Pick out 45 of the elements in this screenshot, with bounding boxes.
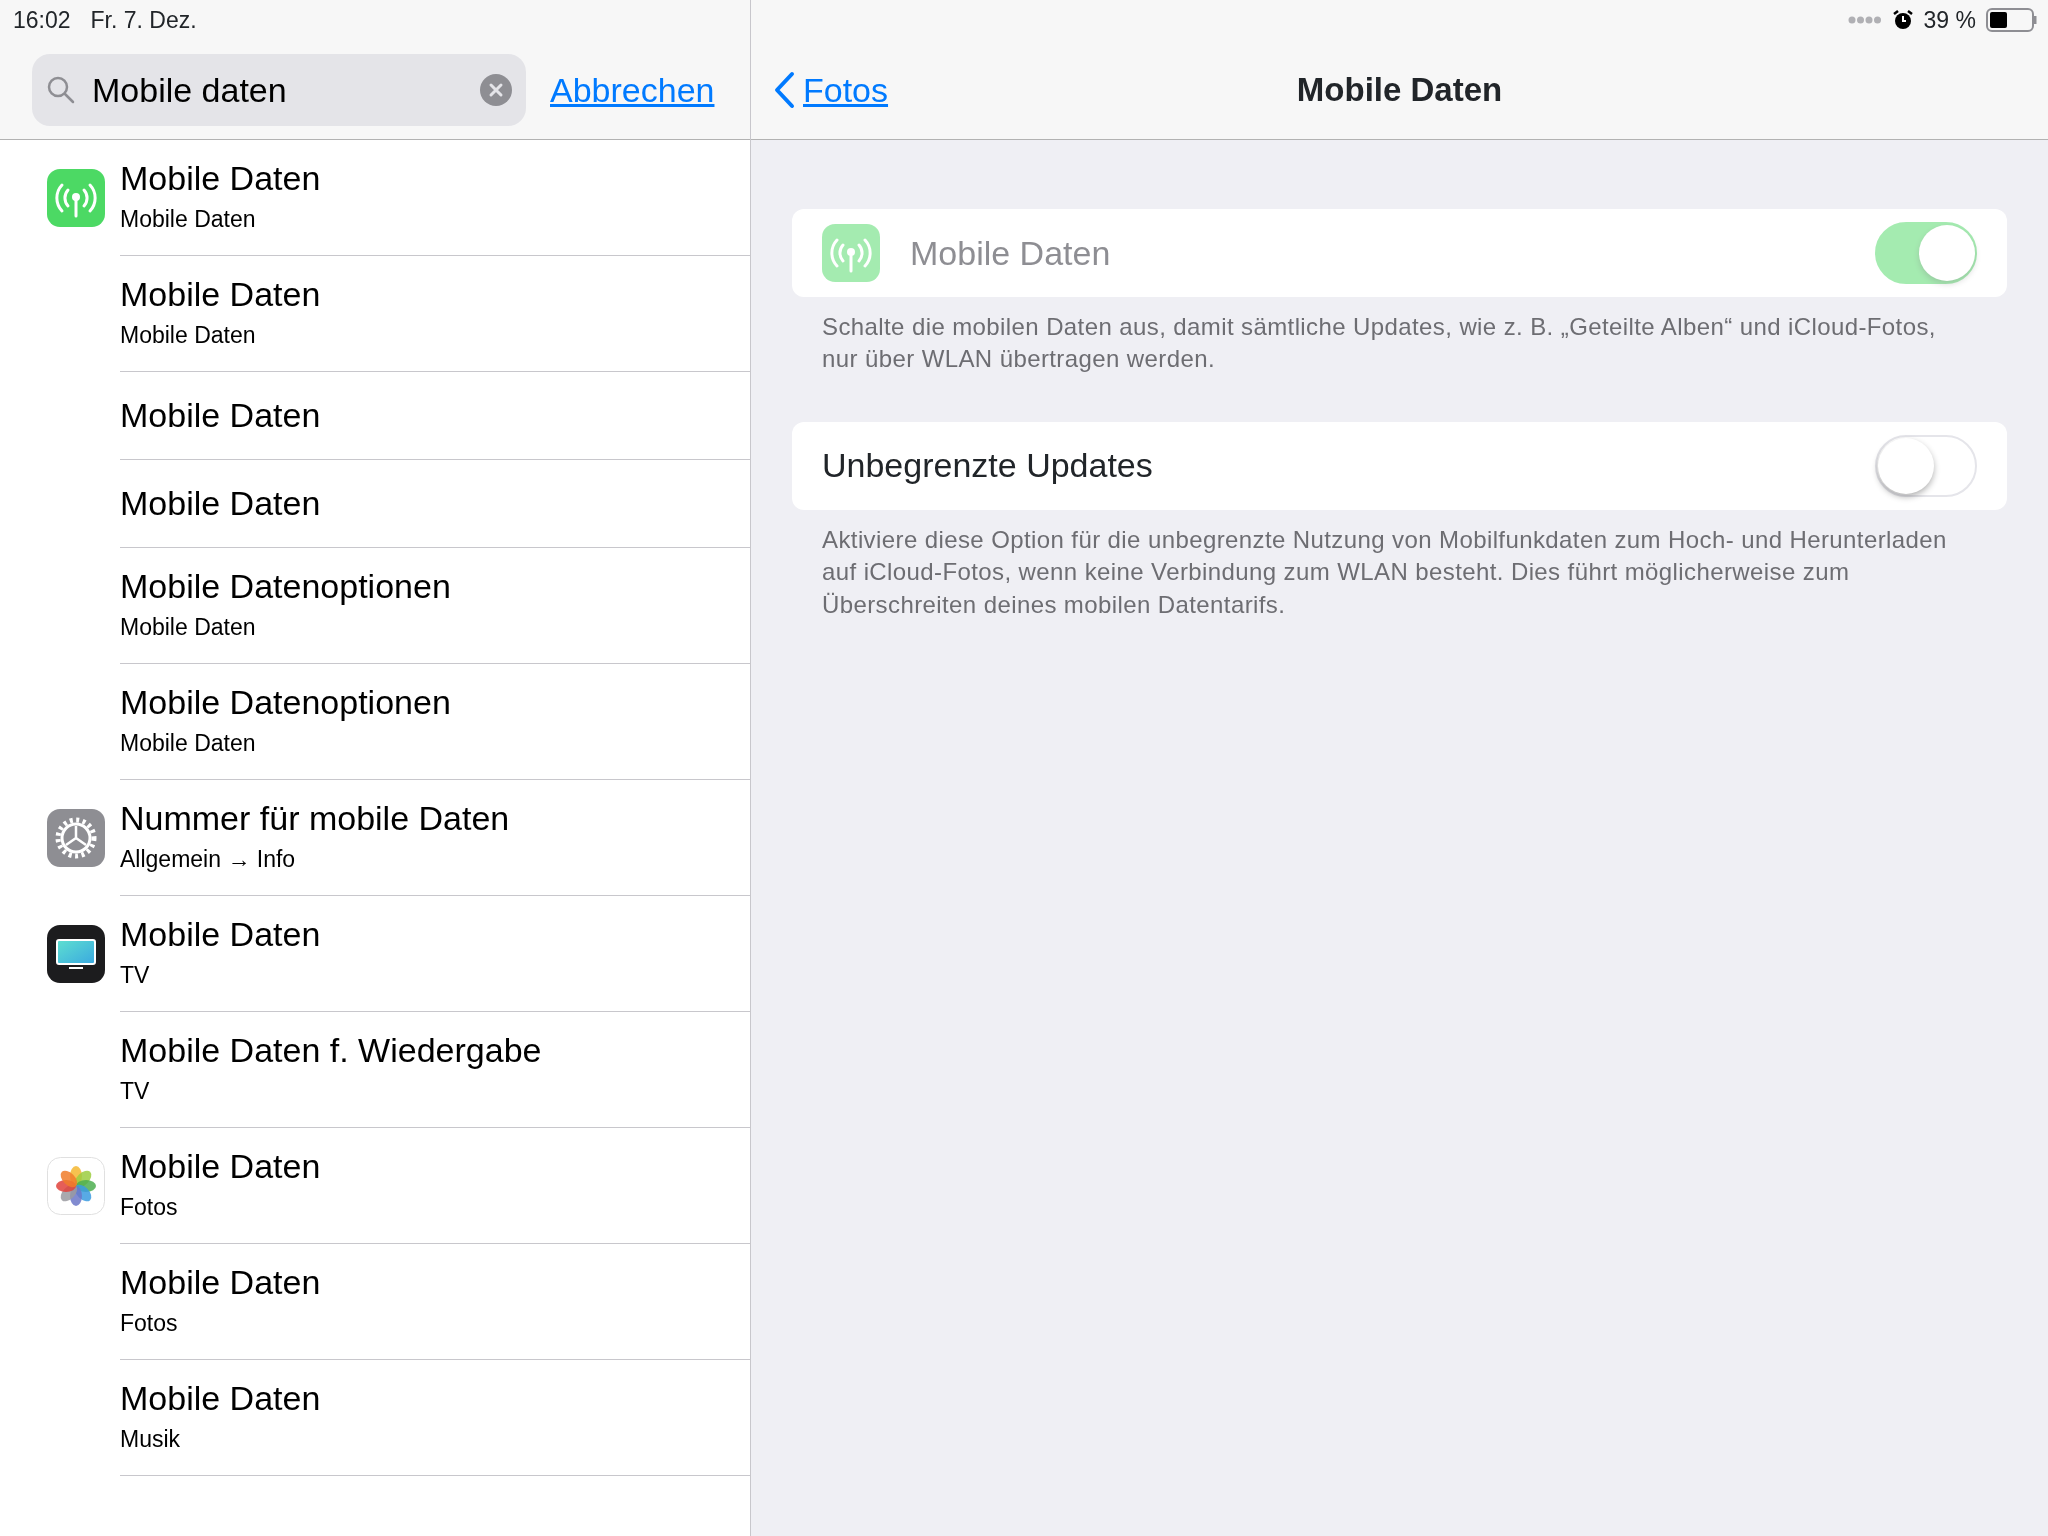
setting-label: Mobile Daten [910, 232, 1112, 274]
setting-label: Unbegrenzte Updates [822, 445, 1154, 487]
result-subtitle: Fotos [120, 1192, 179, 1222]
status-time: 16:02 [13, 5, 71, 35]
flower-icon [47, 1157, 105, 1215]
result-title[interactable]: Nummer für mobile Daten [120, 798, 750, 838]
cancel-link[interactable]: Abbrechen [550, 64, 715, 116]
result-subtitle: Mobile Daten [120, 320, 257, 350]
search-icon [46, 75, 76, 105]
gear-icon [47, 809, 105, 867]
signal-icon [1847, 15, 1882, 25]
result-title[interactable]: Mobile Daten [120, 1262, 750, 1302]
result-title[interactable]: Mobile Datenoptionen [120, 682, 750, 722]
battery-percent: 39 % [1923, 5, 1976, 35]
result-subtitle: Mobile Daten [120, 612, 257, 642]
result-title[interactable]: Mobile Daten [120, 395, 750, 436]
battery-icon [1986, 8, 2038, 32]
result-title[interactable]: Mobile Daten [120, 1146, 750, 1186]
result-title[interactable]: Mobile Datenoptionen [120, 566, 750, 606]
result-subtitle: Allgemein → Info [120, 844, 297, 874]
footer-text: Aktiviere diese Option für die unbegrenzte Nutzung von Mobilfunkdaten zum Hoch- und Herunterladen auf iCloud-Fotos, wenn keine Verbindung zum WLAN besteht. Dies führt möglicherweise zum Überschreiten deines mobilen Datentarifs. [821, 524, 1948, 620]
result-title[interactable]: Mobile Daten [120, 483, 750, 524]
clear-icon[interactable] [480, 74, 512, 106]
footer-text: Schalte die mobilen Daten aus, damit sämtliche Updates, wie z. B. „Geteilte Alben“ und iCloud-Fotos, nur über WLAN übertragen werden. [821, 312, 1937, 375]
result-subtitle: Mobile Daten [120, 204, 257, 234]
nav-title: Mobile Daten [1296, 70, 1503, 111]
alarm-clock-icon [1891, 9, 1914, 31]
antenna-icon [47, 169, 105, 227]
back-link[interactable]: Fotos [773, 64, 889, 116]
result-title[interactable]: Mobile Daten f. Wiedergabe [120, 1030, 750, 1070]
result-title[interactable]: Mobile Daten [120, 1378, 750, 1418]
result-subtitle: Fotos [120, 1308, 179, 1338]
tv-icon [47, 925, 105, 983]
antenna-icon [822, 224, 880, 282]
toggle-switch[interactable] [1875, 434, 1977, 497]
result-title[interactable]: Mobile Daten [120, 914, 750, 954]
result-title[interactable]: Mobile Daten [120, 274, 750, 314]
result-subtitle: Mobile Daten [120, 728, 257, 758]
result-title[interactable]: Mobile Daten [120, 158, 750, 198]
result-subtitle: Musik [120, 1424, 182, 1454]
back-chevron-icon [773, 71, 795, 109]
search-field[interactable]: Mobile daten [32, 54, 526, 126]
status-date: Fr. 7. Dez. [90, 5, 197, 35]
result-subtitle: TV [120, 1076, 151, 1106]
result-subtitle: TV [120, 960, 151, 990]
